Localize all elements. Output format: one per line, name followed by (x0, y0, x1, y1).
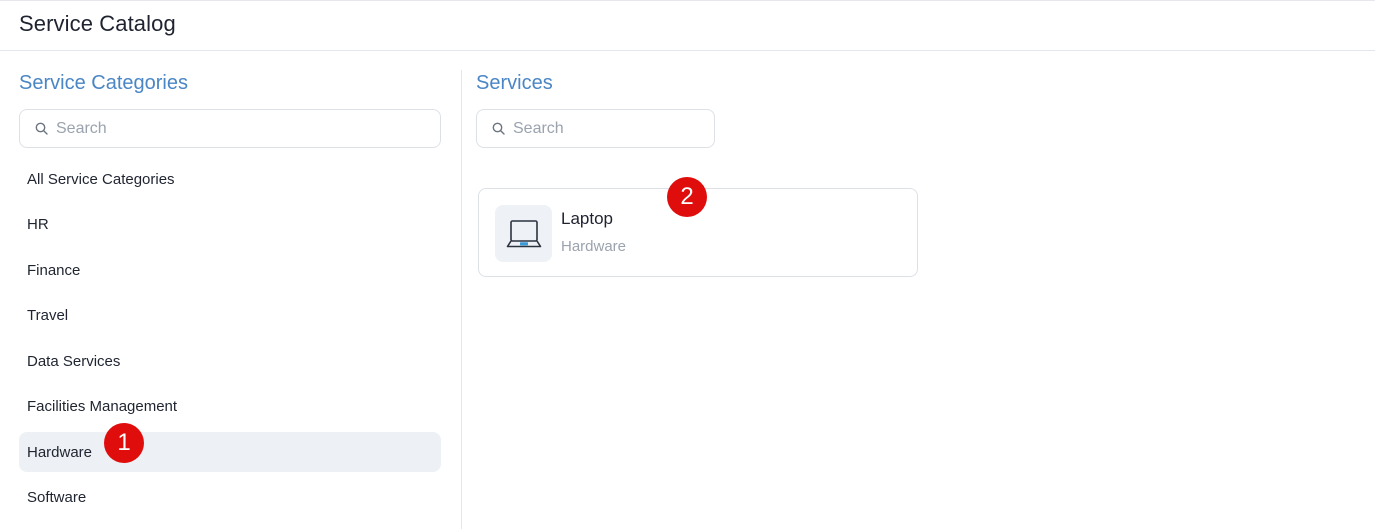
service-card-category: Hardware (561, 238, 627, 255)
category-item-hardware[interactable]: Hardware (19, 432, 441, 472)
panel-divider (461, 70, 462, 529)
page-title: Service Catalog (19, 11, 176, 36)
category-item-facilities-management[interactable]: Facilities Management (19, 387, 441, 427)
service-search-input[interactable] (513, 117, 703, 141)
annotation-badge-1: 1 (104, 423, 144, 463)
laptop-icon (495, 205, 552, 262)
service-card-name: Laptop (561, 209, 613, 228)
category-item-data-services[interactable]: Data Services (19, 341, 441, 381)
category-item-all[interactable]: All Service Categories (19, 159, 441, 199)
search-icon (492, 122, 505, 135)
page-header: Service Catalog (0, 0, 1375, 51)
service-categories-heading: Service Categories (19, 72, 188, 94)
annotation-badge-2: 2 (667, 177, 707, 217)
category-search-input[interactable] (56, 117, 426, 141)
service-catalog-page: Service Catalog Service Categories All S… (0, 0, 1375, 529)
services-heading: Services (476, 72, 553, 94)
category-list: All Service Categories HR Finance Travel… (19, 159, 441, 523)
search-icon (35, 122, 48, 135)
category-item-software[interactable]: Software (19, 478, 441, 518)
service-search-box[interactable] (476, 109, 715, 148)
category-item-travel[interactable]: Travel (19, 296, 441, 336)
category-item-hr[interactable]: HR (19, 205, 441, 245)
category-search-box[interactable] (19, 109, 441, 148)
category-item-finance[interactable]: Finance (19, 250, 441, 290)
